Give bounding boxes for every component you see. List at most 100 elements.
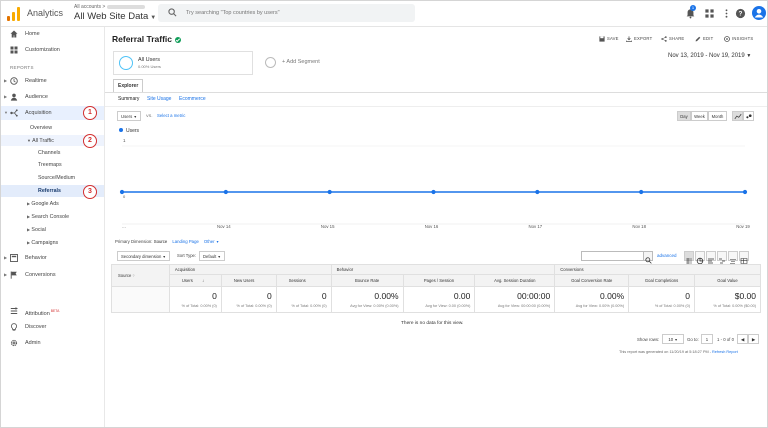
col-goal-conversion-rate[interactable]: Goal Conversion Rate — [554, 274, 630, 287]
motion-chart-toggle[interactable] — [743, 111, 754, 121]
total-subtext: % of Total: 0.00% (0) — [654, 304, 691, 308]
help-icon[interactable]: ? — [735, 8, 746, 19]
other-dimension-link[interactable]: Other ▼ — [204, 239, 219, 244]
search-input[interactable] — [186, 7, 406, 19]
sidebar-item-home[interactable]: Home — [1, 27, 104, 41]
refresh-report-link[interactable]: Refresh Report — [712, 350, 738, 354]
next-page-button[interactable]: ▶ — [748, 334, 759, 344]
secondary-dimension-select[interactable]: Secondary dimension ▼ — [117, 251, 170, 261]
subtab-ecommerce[interactable]: Ecommerce — [179, 96, 206, 102]
sidebar-sub-treemaps[interactable]: Treemaps — [38, 160, 62, 171]
save-button[interactable]: SAVE — [599, 36, 619, 42]
line-chart-toggle[interactable] — [732, 111, 743, 121]
sidebar-item-realtime[interactable]: ▶ Realtime — [1, 74, 104, 88]
edit-button[interactable]: EDIT — [695, 36, 713, 42]
advanced-filter-link[interactable]: advanced — [657, 253, 677, 258]
divider — [105, 92, 767, 93]
sidebar-item-attribution[interactable]: AttributionBETA — [1, 304, 104, 318]
table-filter-input[interactable] — [581, 251, 649, 261]
col-bounce-rate[interactable]: Bounce Rate — [330, 274, 404, 287]
sidebar-item-label: Discover — [25, 324, 47, 330]
table-view-term-cloud-button[interactable] — [728, 251, 738, 264]
table-view-pie-button[interactable] — [695, 251, 705, 265]
sidebar-sub-referrals[interactable]: Referrals — [38, 186, 61, 197]
sidebar-item-customization[interactable]: Customization — [1, 43, 104, 57]
col-users[interactable]: Users ↓ — [168, 274, 222, 287]
sidebar-sub-social[interactable]: ▶ Social — [27, 225, 46, 236]
col-goal-completions[interactable]: Goal Completions — [628, 274, 696, 287]
legend-label: Users — [126, 128, 140, 134]
landing-page-link[interactable]: Landing Page — [172, 239, 199, 244]
other-label: Other — [203, 239, 215, 244]
sidebar-item-conversions[interactable]: ▶ Conversions — [1, 268, 104, 282]
no-data-message: There is no data for this view. — [401, 321, 464, 326]
date-range-picker[interactable]: Nov 13, 2019 - Nov 19, 2019 ▼ — [668, 53, 751, 59]
sidebar-sub-channels[interactable]: Channels — [38, 148, 60, 159]
tab-explorer[interactable]: Explorer — [113, 79, 144, 92]
sidebar-sub-search-console[interactable]: ▶ Search Console — [27, 212, 69, 223]
sort-type-select[interactable]: Default ▼ — [199, 251, 225, 261]
table-view-data-button[interactable] — [684, 251, 694, 264]
account-breadcrumb[interactable]: All accounts > — [74, 4, 146, 10]
sidebar-item-behavior[interactable]: ▶ Behavior — [1, 251, 104, 265]
caret-down-icon: ▼ — [674, 338, 678, 342]
goto-page-input[interactable]: 1 — [701, 334, 713, 344]
sidebar-sub-overview[interactable]: Overview — [30, 123, 52, 134]
attribution-icon — [10, 307, 18, 314]
sidebar-sub-campaigns[interactable]: ▶ Campaigns — [27, 238, 58, 249]
select-metric-link[interactable]: Select a metric — [157, 113, 185, 118]
search-box[interactable] — [158, 4, 415, 22]
total-subtext: % of Total: 0.00% (0) — [291, 304, 327, 308]
google-ads-label: Google Ads — [31, 201, 59, 207]
sidebar-sub-all-traffic[interactable]: ▼ All Traffic — [27, 135, 54, 146]
total-subtext: % of Total: 0.00% (0) — [236, 304, 272, 308]
col-avg-session-duration[interactable]: Avg. Session Duration — [474, 274, 556, 287]
avatar[interactable] — [752, 6, 766, 20]
group-behavior: Behavior — [330, 264, 556, 275]
subtab-summary[interactable]: Summary — [118, 96, 139, 102]
granularity-day-button[interactable]: Day — [677, 111, 691, 121]
granularity-month-button[interactable]: Month — [708, 111, 727, 121]
users-data-point — [327, 189, 332, 195]
segment-all-users[interactable]: All Users 0.00% Users — [113, 51, 253, 75]
col-source[interactable]: Source ? — [111, 264, 170, 287]
caret-down-icon: ▼ — [215, 240, 220, 244]
export-button[interactable]: EXPORT — [626, 36, 652, 42]
total-cell: $0.00 % of Total: 0.00% ($0.00) — [694, 286, 761, 313]
more-vert-icon[interactable] — [721, 8, 732, 19]
col-pages-session[interactable]: Pages / Session — [402, 274, 476, 287]
sidebar-item-admin[interactable]: Admin — [1, 336, 104, 350]
segment-name: All Users — [138, 57, 161, 63]
view-selector[interactable]: All Web Site Data ▼ — [74, 11, 156, 22]
sidebar-sub-source-medium[interactable]: Source/Medium — [38, 173, 75, 184]
collapse-arrow-icon: ▼ — [4, 110, 8, 115]
col-goal-value[interactable]: Goal Value — [694, 274, 761, 287]
table-filter-button[interactable] — [643, 251, 653, 264]
table-view-performance-button[interactable] — [706, 251, 716, 264]
sidebar-item-audience[interactable]: ▶ Audience — [1, 90, 104, 104]
total-cell: 00:00:00 Avg for View: 00:00:00 (0.00%) — [474, 286, 556, 313]
metric-select[interactable]: Users ▼ — [117, 111, 141, 121]
rows-per-page-select[interactable]: 10 ▼ — [662, 334, 684, 344]
users-data-point — [223, 189, 228, 195]
total-cell: 0 % of Total: 0.00% (0) — [628, 286, 696, 313]
table-view-pivot-button[interactable] — [739, 251, 749, 264]
col-new-users[interactable]: New Users — [220, 274, 277, 287]
table-view-comparison-button[interactable] — [717, 251, 727, 264]
granularity-week-button[interactable]: Week — [691, 111, 708, 121]
insights-button[interactable]: INSIGHTS — [724, 36, 753, 42]
apps-grid-icon[interactable] — [704, 8, 715, 19]
save-label: SAVE — [607, 36, 619, 42]
subtab-site-usage[interactable]: Site Usage — [147, 96, 171, 102]
sidebar-item-discover[interactable]: Discover — [1, 320, 104, 334]
share-button[interactable]: SHARE — [661, 36, 684, 42]
add-segment-button[interactable]: + Add Segment — [282, 59, 320, 65]
sidebar-sub-google-ads[interactable]: ▶ Google Ads — [27, 199, 59, 210]
expand-arrow-icon: ▶ — [27, 241, 30, 245]
redacted-account — [107, 4, 146, 9]
add-segment-circle-icon[interactable] — [265, 57, 276, 68]
col-sessions[interactable]: Sessions — [275, 274, 332, 287]
generated-text: This report was generated on 11/20/19 at… — [619, 350, 711, 354]
prev-page-button[interactable]: ◀ — [737, 334, 748, 344]
total-cell: 0 % of Total: 0.00% (0) — [275, 286, 332, 313]
